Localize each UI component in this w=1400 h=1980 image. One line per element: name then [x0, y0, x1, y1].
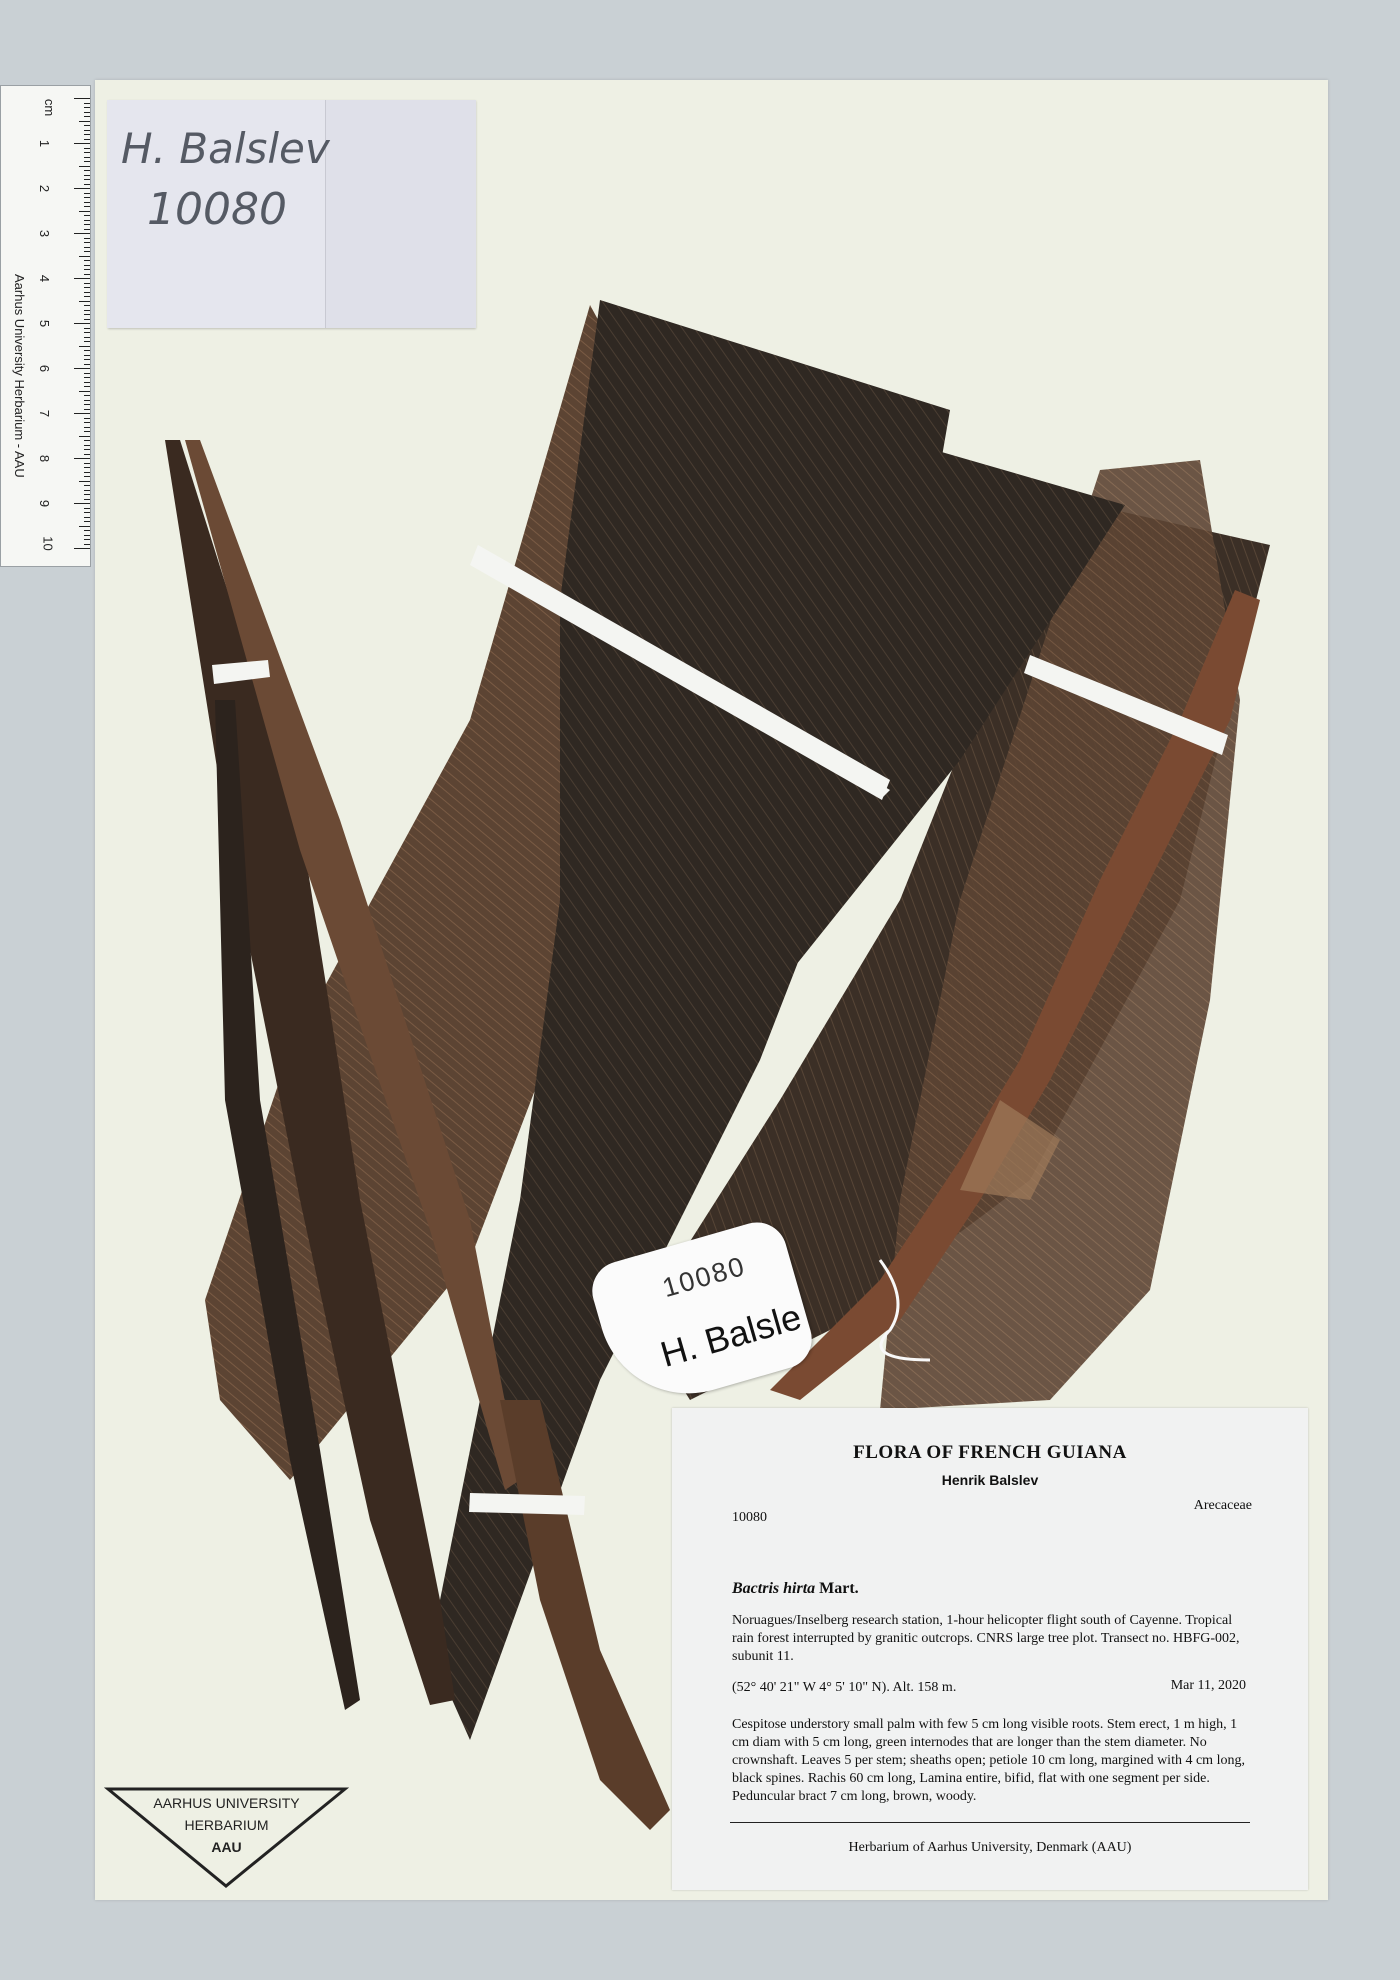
mounting-strap	[469, 1493, 585, 1515]
label-taxon-author: Mart.	[819, 1580, 859, 1597]
label-collection-number: 10080	[732, 1510, 767, 1525]
herbarium-label: FLORA OF FRENCH GUIANA Henrik Balslev Ar…	[672, 1408, 1308, 1890]
stamp-line-1: AARHUS UNIVERSITY	[153, 1795, 300, 1811]
label-taxon-name: Bactris hirta	[732, 1580, 816, 1597]
label-footer: Herbarium of Aarhus University, Denmark …	[848, 1840, 1132, 1855]
label-taxon: Bactris hirta Mart.	[732, 1580, 859, 1598]
leaf-strap-bottom	[500, 1400, 670, 1830]
label-family: Arecaceae	[1193, 1498, 1252, 1513]
field-tag-collector: H. Balsle	[655, 1295, 806, 1375]
stamp-line-2: HERBARIUM	[184, 1817, 269, 1833]
field-tag-number: 10080	[659, 1250, 750, 1304]
label-collector: Henrik Balslev	[941, 1472, 1039, 1488]
label-description: Cespitose understory small palm with few…	[732, 1717, 1245, 1804]
label-title: FLORA OF FRENCH GUIANA	[853, 1442, 1127, 1463]
label-coordinates: (52° 40' 21" W 4° 5' 10" N). Alt. 158 m.	[732, 1680, 957, 1695]
stamp-line-3: AAU	[211, 1839, 242, 1855]
label-divider	[730, 1822, 1250, 1823]
herbarium-stamp: AARHUS UNIVERSITY HERBARIUM AAU	[103, 1785, 350, 1890]
label-locality: Noruagues/Inselberg research station, 1-…	[732, 1613, 1240, 1664]
label-date: Mar 11, 2020	[1170, 1678, 1246, 1693]
